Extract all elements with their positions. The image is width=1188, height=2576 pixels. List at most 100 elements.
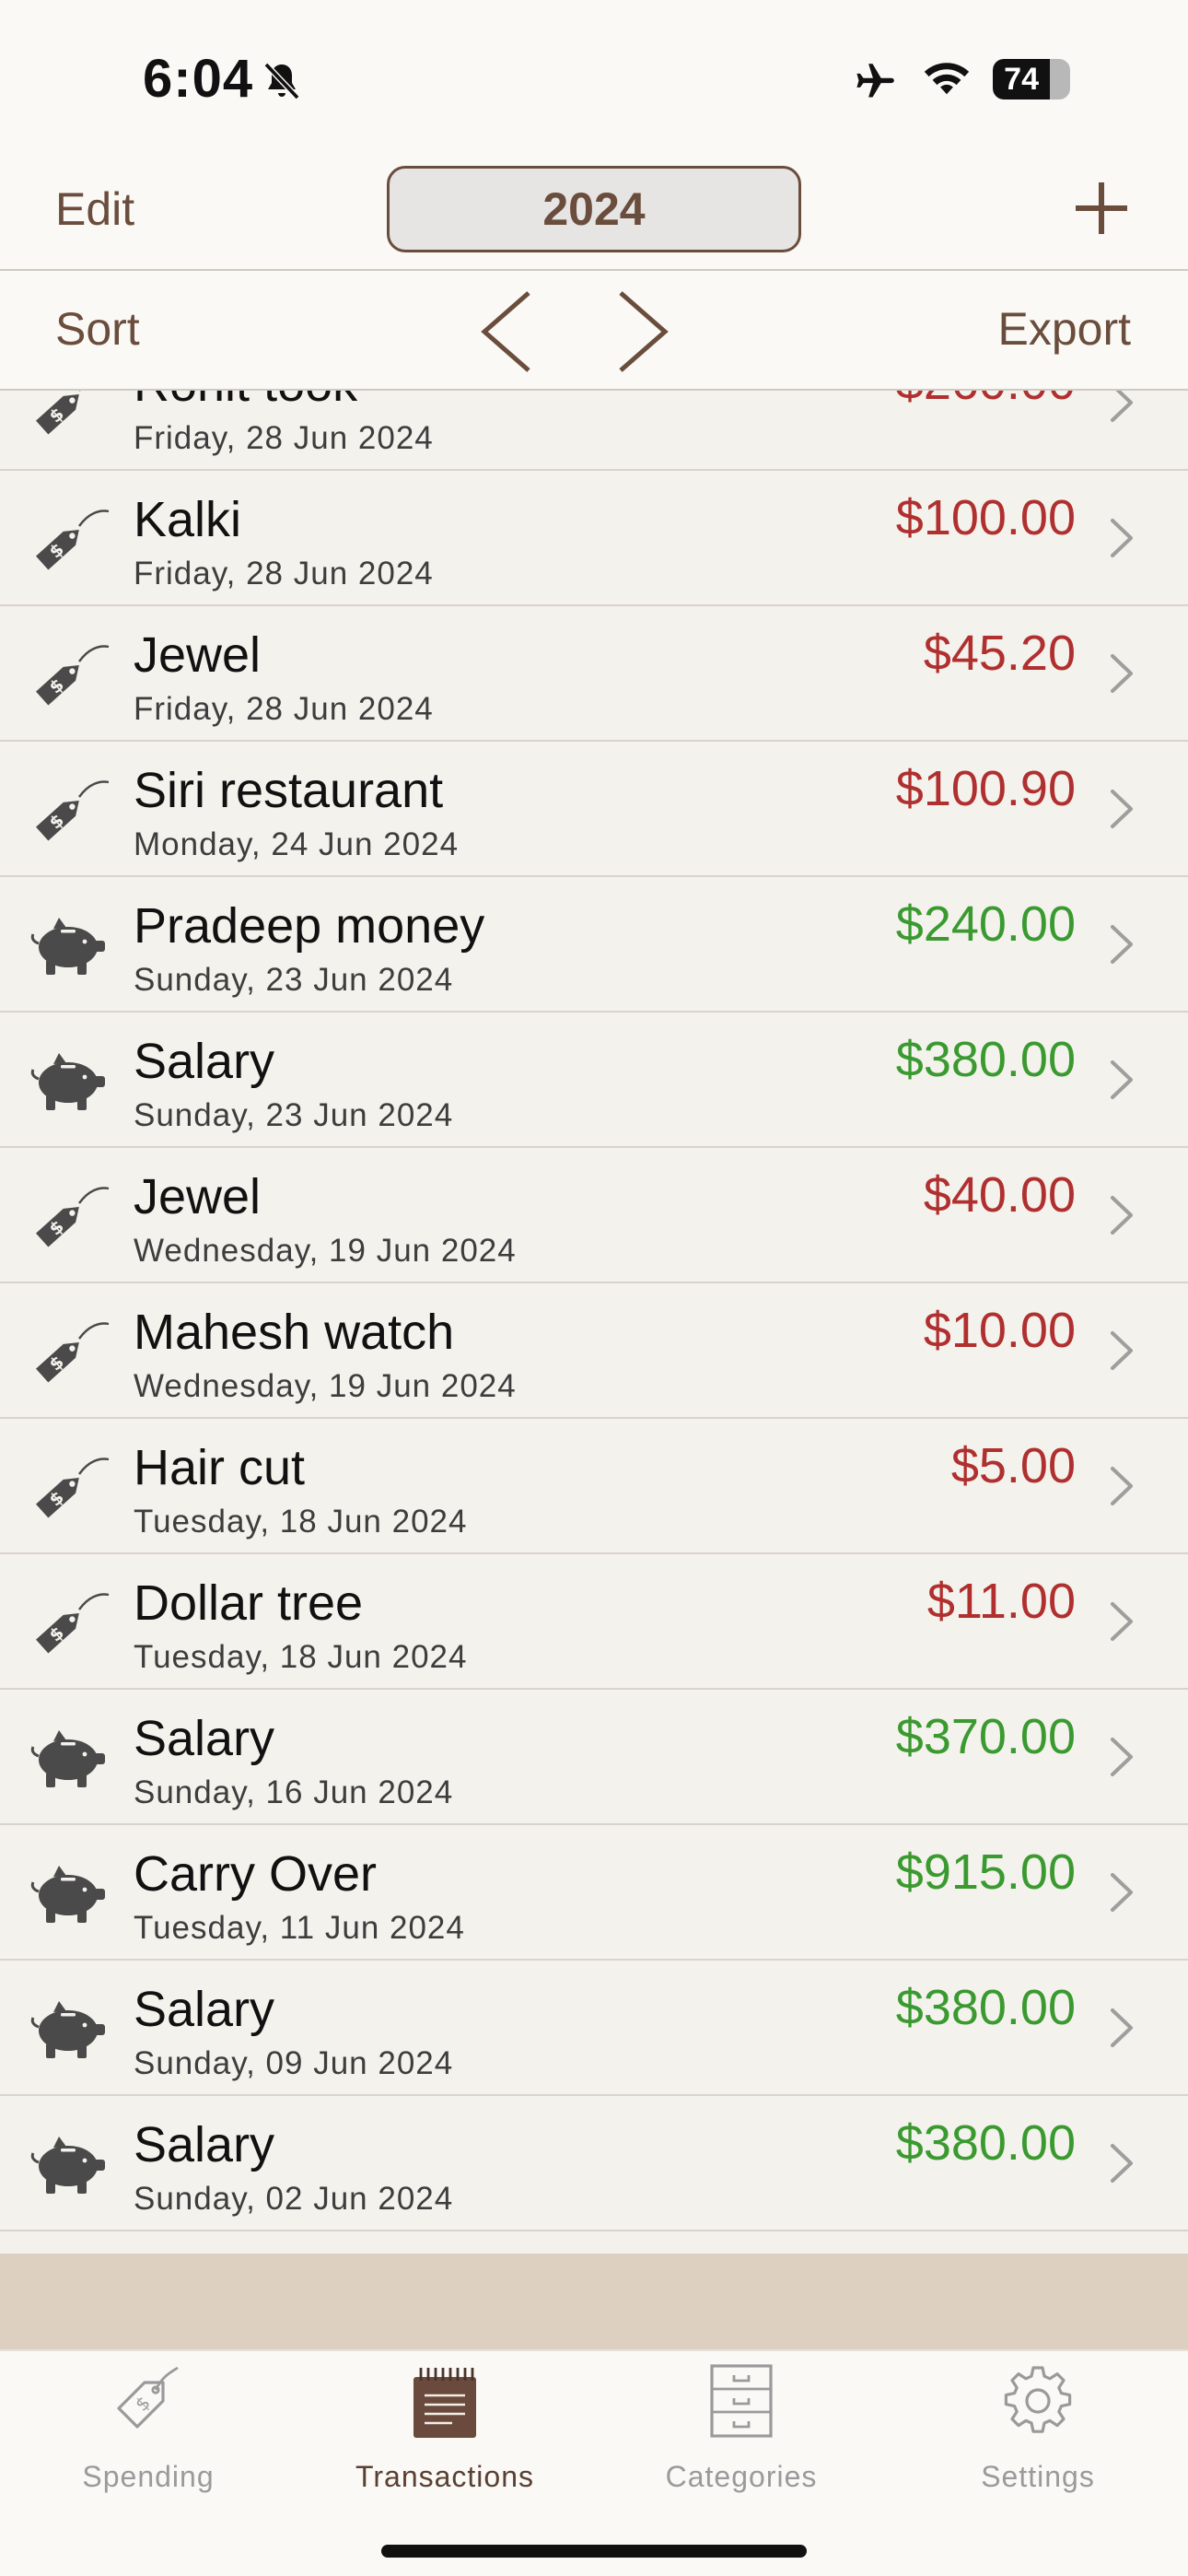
transaction-date: Sunday, 16 Jun 2024	[134, 1774, 454, 1810]
transaction-date: Sunday, 09 Jun 2024	[134, 2045, 454, 2081]
tab-label: Transactions	[355, 2460, 534, 2493]
transaction-date: Tuesday, 18 Jun 2024	[134, 1639, 468, 1675]
chevron-right-icon	[1111, 790, 1133, 828]
transaction-title: Siri restaurant	[134, 763, 444, 818]
transaction-row[interactable]: $ Hair cut Tuesday, 18 Jun 2024 $5.00	[0, 1419, 1188, 1554]
transaction-date: Sunday, 23 Jun 2024	[134, 962, 454, 998]
price-tag-icon: $	[28, 504, 111, 574]
status-time: 6:04	[143, 49, 254, 109]
price-tag-icon: $	[28, 1587, 111, 1657]
tab-settings[interactable]: Settings	[890, 2364, 1186, 2502]
transactions-screen: 6:04 74 Edit 2024 Sort Export $ Friday, …	[0, 0, 1188, 2576]
transaction-row[interactable]: Salary Sunday, 16 Jun 2024 $370.00	[0, 1690, 1188, 1825]
transaction-title: Kalki	[134, 492, 242, 547]
tab-spending[interactable]: $ Spending	[0, 2364, 297, 2502]
price-tag-icon: $	[28, 391, 111, 439]
transaction-list[interactable]: $ Rohit took Friday, 28 Jun 2024 $260.00 $ Ka…	[0, 391, 1188, 2254]
transaction-date: Wednesday, 19 Jun 2024	[134, 1233, 517, 1269]
transaction-amount: $11.00	[926, 1574, 1076, 1629]
transaction-amount: $370.00	[895, 1709, 1076, 1764]
transaction-date: Tuesday, 18 Jun 2024	[134, 1504, 468, 1540]
transaction-title: Salary	[134, 1982, 275, 2037]
piggy-bank-icon	[28, 1046, 111, 1116]
transaction-amount: $380.00	[895, 1032, 1076, 1087]
transaction-date: Monday, 24 Jun 2024	[134, 826, 460, 862]
status-bar: 6:04 74	[0, 0, 1188, 157]
piggy-bank-icon	[28, 1858, 111, 1928]
transaction-amount: $100.90	[895, 761, 1076, 816]
chevron-right-icon	[1111, 519, 1133, 557]
price-tag-icon: $	[28, 775, 111, 845]
piggy-bank-icon	[28, 1994, 111, 2064]
transaction-title: Pradeep money	[134, 898, 485, 954]
price-tag-icon: $	[28, 1452, 111, 1522]
transaction-row[interactable]: $ Siri restaurant Monday, 24 Jun 2024 $100.…	[0, 742, 1188, 877]
transaction-title: Salary	[134, 2117, 275, 2172]
transaction-date: Wednesday, 19 Jun 2024	[134, 1368, 517, 1404]
transaction-row[interactable]: Pradeep money Sunday, 23 Jun 2024 $240.00	[0, 877, 1188, 1013]
transaction-title: Dollar tree	[134, 1575, 364, 1631]
chevron-right-icon	[1111, 1196, 1133, 1235]
tab-bar: $ Spending Transactions Categories Setti…	[0, 2349, 1188, 2576]
edit-button[interactable]: Edit	[55, 182, 134, 236]
transaction-row[interactable]: $ Dollar tree Tuesday, 18 Jun 2024 $11.00	[0, 1554, 1188, 1690]
transaction-amount: $40.00	[923, 1167, 1076, 1223]
transaction-amount: $260.00	[896, 391, 1076, 411]
piggy-bank-icon	[28, 2129, 111, 2199]
price-tag-icon: $	[117, 2366, 179, 2429]
transaction-amount: $380.00	[895, 1980, 1076, 2035]
transaction-row[interactable]: Carry Over Tuesday, 11 Jun 2024 $915.00	[0, 1825, 1188, 1961]
transaction-date: Friday, 28 Jun 2024	[134, 420, 434, 456]
chevron-right-icon	[1111, 2008, 1133, 2047]
tab-label: Categories	[665, 2460, 818, 2493]
transaction-date: Sunday, 02 Jun 2024	[134, 2181, 454, 2217]
transaction-title: Salary	[134, 1034, 275, 1089]
price-tag-icon: $	[28, 1317, 111, 1387]
tab-label: Spending	[82, 2460, 215, 2493]
transaction-date: Sunday, 23 Jun 2024	[134, 1097, 454, 1133]
transaction-row[interactable]: $ Rohit took Friday, 28 Jun 2024 $260.00	[0, 391, 1188, 471]
year-selector[interactable]: 2024	[387, 166, 801, 252]
piggy-bank-icon	[28, 1723, 111, 1793]
transaction-row[interactable]: $ Kalki Friday, 28 Jun 2024 $100.00	[0, 471, 1188, 606]
chevron-right-icon	[1111, 1331, 1133, 1370]
transaction-title: Hair cut	[134, 1440, 306, 1495]
piggy-bank-icon	[28, 910, 111, 980]
transaction-row[interactable]: $ Mahesh watch Wednesday, 19 Jun 2024 $10.0…	[0, 1283, 1188, 1419]
export-button[interactable]: Export	[997, 302, 1131, 356]
chevron-right-icon	[1111, 1467, 1133, 1505]
transaction-row[interactable]: Salary Sunday, 23 Jun 2024 $380.00	[0, 1013, 1188, 1148]
add-transaction-icon[interactable]	[1072, 179, 1131, 238]
list-footer-background	[0, 2254, 1188, 2349]
transaction-amount: $100.00	[895, 490, 1076, 545]
transaction-amount: $915.00	[895, 1844, 1076, 1900]
gear-icon	[1004, 2366, 1072, 2433]
chevron-right-icon	[1111, 1738, 1133, 1776]
chevron-right-icon	[1111, 391, 1133, 422]
chevron-right-icon	[1111, 925, 1133, 964]
chevron-right-icon[interactable]	[615, 289, 670, 374]
transaction-row[interactable]: Salary Sunday, 09 Jun 2024 $380.00	[0, 1961, 1188, 2096]
tab-categories[interactable]: Categories	[593, 2364, 890, 2502]
transaction-row[interactable]: $ Jewel Wednesday, 19 Jun 2024 $40.00	[0, 1148, 1188, 1283]
transaction-date: Friday, 28 Jun 2024	[134, 556, 434, 591]
transaction-row[interactable]: Salary Sunday, 02 Jun 2024 $380.00	[0, 2096, 1188, 2231]
chevron-right-icon	[1111, 1060, 1133, 1099]
sort-button[interactable]: Sort	[55, 302, 140, 356]
transaction-title: Rohit took	[134, 391, 357, 413]
transaction-row[interactable]: $ Jewel Friday, 28 Jun 2024 $45.20	[0, 606, 1188, 742]
transaction-amount: $380.00	[895, 2115, 1076, 2171]
chevron-right-icon	[1111, 1873, 1133, 1912]
transaction-title: Carry Over	[134, 1846, 378, 1902]
navigation-bar: Edit 2024	[0, 157, 1188, 271]
chevron-right-icon	[1111, 654, 1133, 693]
transaction-title: Salary	[134, 1711, 275, 1766]
notepad-icon	[413, 2368, 476, 2438]
battery-indicator: 74	[993, 59, 1070, 100]
tab-label: Settings	[981, 2460, 1095, 2493]
tab-transactions[interactable]: Transactions	[297, 2364, 593, 2502]
chevron-right-icon	[1111, 1602, 1133, 1641]
price-tag-icon: $	[28, 1181, 111, 1251]
bell-slash-icon	[263, 62, 300, 100]
chevron-left-icon[interactable]	[479, 289, 534, 374]
